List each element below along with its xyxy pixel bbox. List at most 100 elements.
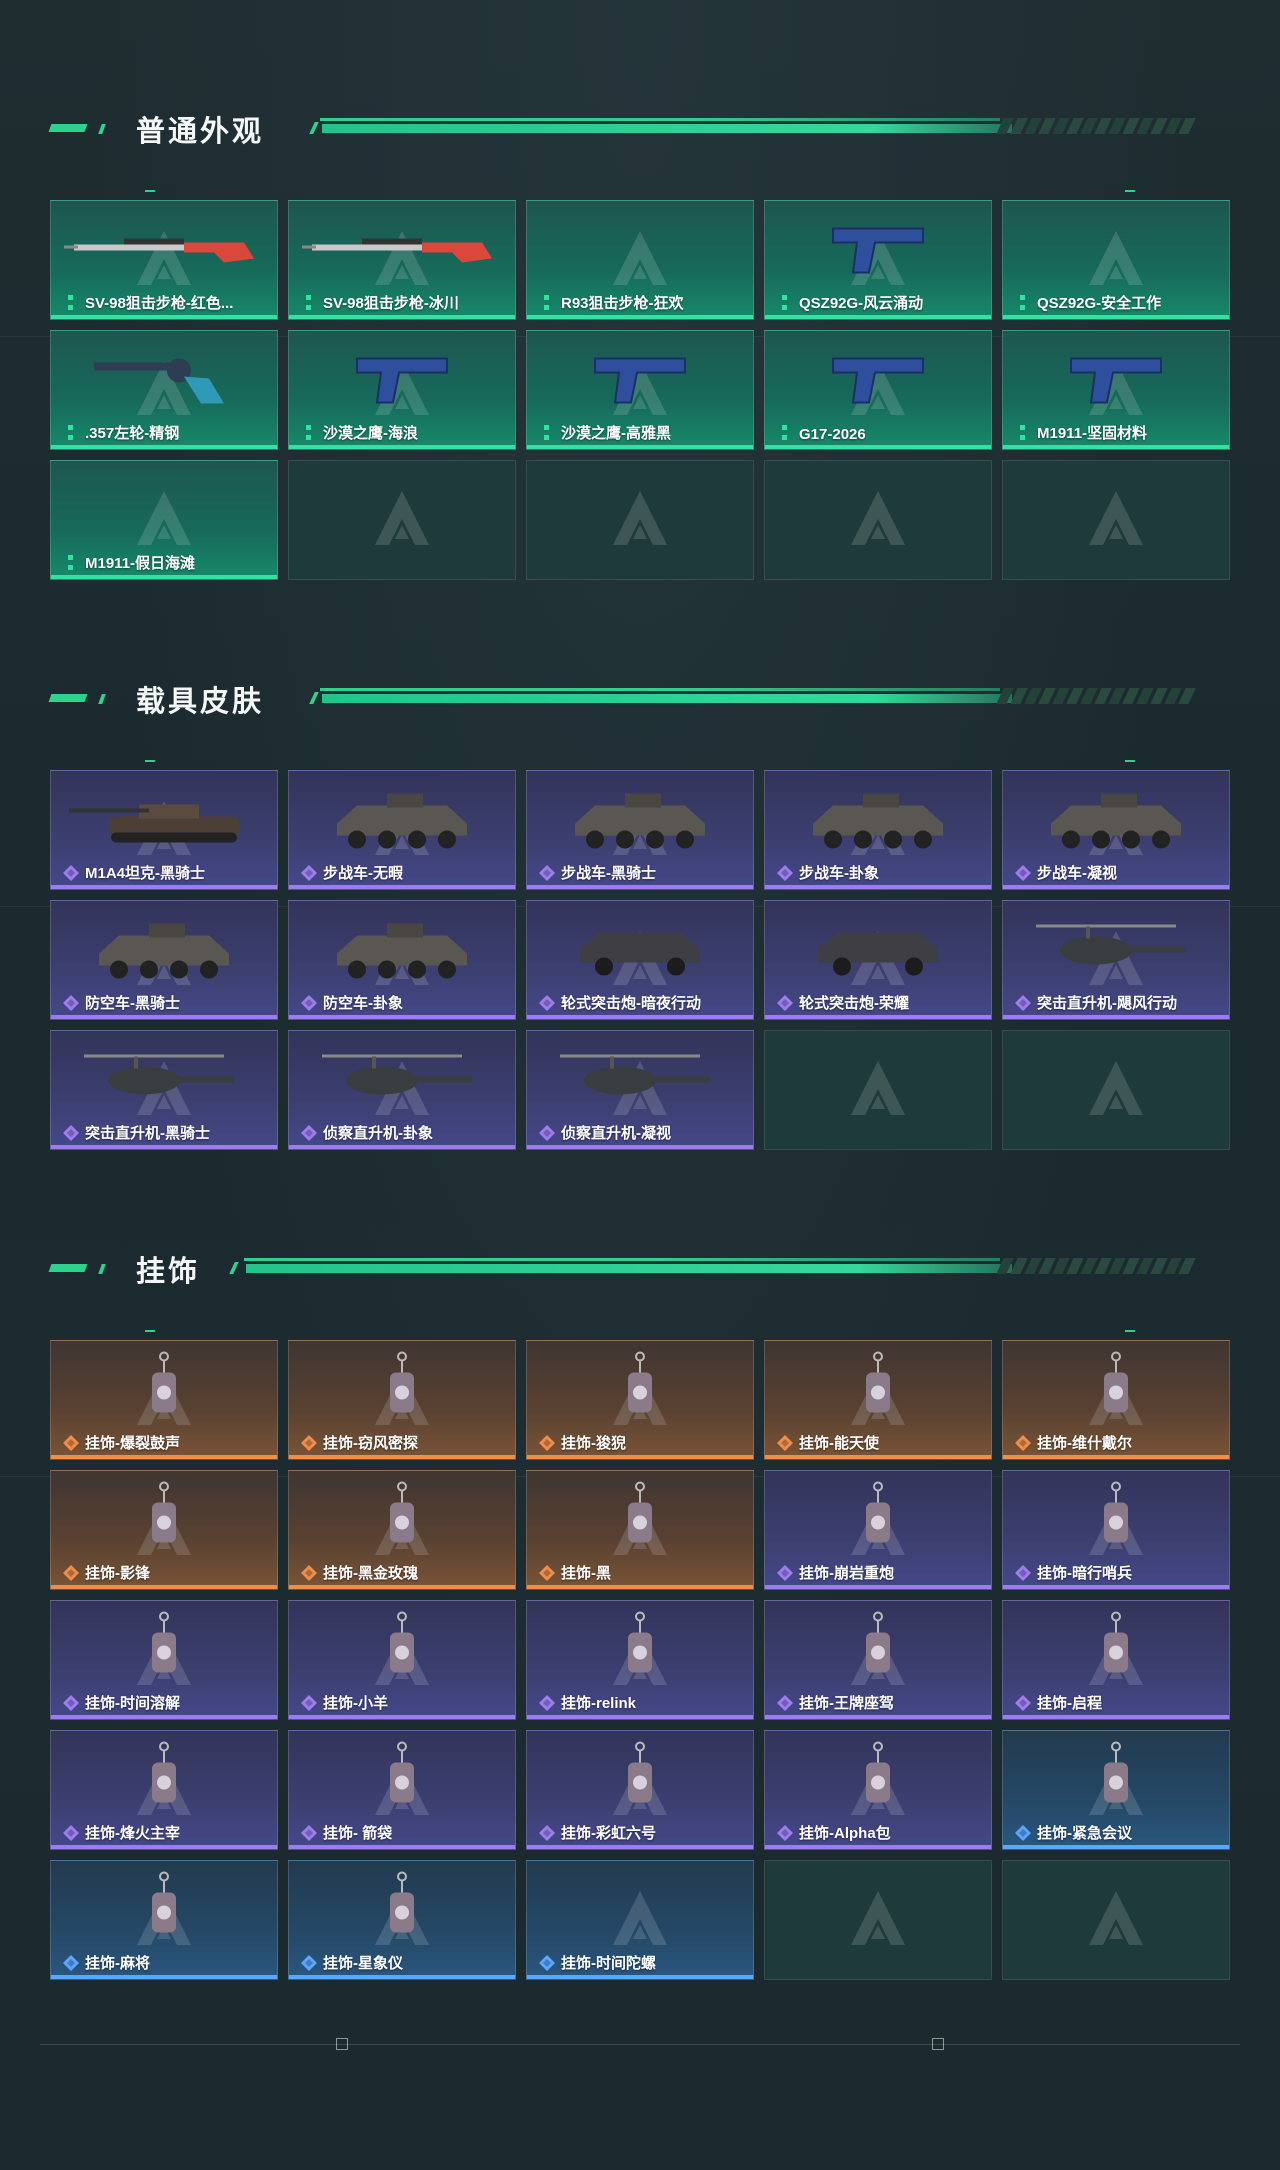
item-card[interactable]: 挂饰-时间陀螺 xyxy=(526,1860,754,1980)
header-decoration xyxy=(320,118,1000,121)
item-card[interactable]: 沙漠之鹰-高雅黑 xyxy=(526,330,754,450)
item-label: 突击直升机-黑骑士 xyxy=(85,1125,210,1142)
header-decoration xyxy=(322,124,1012,133)
rarity-strip xyxy=(527,1145,753,1149)
empty-slot xyxy=(1002,460,1230,580)
rarity-strip xyxy=(51,885,277,889)
header-ticks xyxy=(0,740,1280,762)
item-card[interactable]: 挂饰-小羊 xyxy=(288,1600,516,1720)
rarity-strip xyxy=(527,1715,753,1719)
rarity-strip xyxy=(527,1975,753,1979)
item-card[interactable]: 挂饰-暗行哨兵 xyxy=(1002,1470,1230,1590)
item-card[interactable]: 步战车-黑骑士 xyxy=(526,770,754,890)
section-title: 挂饰 xyxy=(136,1254,201,1288)
item-card[interactable]: 挂饰-时间溶解 xyxy=(50,1600,278,1720)
header-decoration xyxy=(322,694,1012,703)
item-card[interactable]: 挂饰-影锋 xyxy=(50,1470,278,1590)
item-card[interactable]: 挂饰-黑 xyxy=(526,1470,754,1590)
item-card[interactable]: 挂饰-紧急会议 xyxy=(1002,1730,1230,1850)
item-label: 防空车-卦象 xyxy=(323,995,403,1012)
rarity-strip xyxy=(51,1455,277,1459)
pistol-icon xyxy=(823,218,933,283)
rarity-icon xyxy=(63,1695,79,1711)
item-card[interactable]: M1911-坚固材料 xyxy=(1002,330,1230,450)
charm-icon xyxy=(1096,1480,1136,1561)
section-title: 普通外观 xyxy=(136,114,265,148)
rarity-strip xyxy=(765,1585,991,1589)
section-header: 普通外观 xyxy=(0,100,1280,160)
item-card[interactable]: 步战车-卦象 xyxy=(764,770,992,890)
rarity-icon xyxy=(1015,425,1031,441)
rarity-strip xyxy=(527,445,753,449)
item-card[interactable]: M1A4坦克-黑骑士 xyxy=(50,770,278,890)
armored-car-icon xyxy=(570,918,710,983)
item-card[interactable]: 挂饰-维什戴尔 xyxy=(1002,1340,1230,1460)
item-card[interactable]: M1911-假日海滩 xyxy=(50,460,278,580)
rarity-icon xyxy=(63,295,79,311)
item-card[interactable]: 防空车-卦象 xyxy=(288,900,516,1020)
item-label: 挂饰-时间陀螺 xyxy=(561,1955,656,1972)
rarity-strip xyxy=(289,1975,515,1979)
item-card[interactable]: 侦察直升机-卦象 xyxy=(288,1030,516,1150)
header-decoration xyxy=(48,694,88,702)
item-card[interactable]: G17-2026 xyxy=(764,330,992,450)
item-card[interactable]: 步战车-凝视 xyxy=(1002,770,1230,890)
rarity-icon xyxy=(301,1435,317,1451)
item-card[interactable]: 挂饰-星象仪 xyxy=(288,1860,516,1980)
tank-icon xyxy=(69,788,259,853)
item-label: 轮式突击炮-荣耀 xyxy=(799,995,909,1012)
header-decoration xyxy=(246,1264,1012,1273)
item-card[interactable]: QSZ92G-安全工作 xyxy=(1002,200,1230,320)
item-card[interactable]: 轮式突击炮-荣耀 xyxy=(764,900,992,1020)
item-card[interactable]: 步战车-无暇 xyxy=(288,770,516,890)
item-card[interactable]: 挂饰-爆裂鼓声 xyxy=(50,1340,278,1460)
item-card[interactable]: 挂饰-彩虹六号 xyxy=(526,1730,754,1850)
rarity-strip xyxy=(51,1585,277,1589)
rarity-icon xyxy=(63,1435,79,1451)
item-label: 侦察直升机-卦象 xyxy=(323,1125,433,1142)
rarity-strip xyxy=(765,445,991,449)
rarity-strip xyxy=(527,1455,753,1459)
item-card[interactable]: 挂饰-Alpha包 xyxy=(764,1730,992,1850)
charm-icon xyxy=(858,1480,898,1561)
item-card[interactable]: 挂饰-烽火主宰 xyxy=(50,1730,278,1850)
rarity-strip xyxy=(289,1145,515,1149)
header-checker-decoration xyxy=(996,118,1200,134)
item-label: 突击直升机-飓风行动 xyxy=(1037,995,1177,1012)
sniper-rifle-icon xyxy=(302,228,502,273)
item-card[interactable]: 挂饰-麻将 xyxy=(50,1860,278,1980)
item-card[interactable]: 挂饰-relink xyxy=(526,1600,754,1720)
item-card[interactable]: SV-98狙击步枪-冰川 xyxy=(288,200,516,320)
item-card[interactable]: 挂饰-王牌座驾 xyxy=(764,1600,992,1720)
item-label: M1911-假日海滩 xyxy=(85,555,196,572)
item-card[interactable]: 防空车-黑骑士 xyxy=(50,900,278,1020)
item-card[interactable]: 挂饰-窃风密探 xyxy=(288,1340,516,1460)
item-card[interactable]: .357左轮-精钢 xyxy=(50,330,278,450)
item-label: 挂饰-麻将 xyxy=(85,1955,150,1972)
item-card[interactable]: 挂饰-黑金玫瑰 xyxy=(288,1470,516,1590)
item-card[interactable]: 挂饰-崩岩重炮 xyxy=(764,1470,992,1590)
item-card[interactable]: 突击直升机-黑骑士 xyxy=(50,1030,278,1150)
item-card[interactable]: R93狙击步枪-狂欢 xyxy=(526,200,754,320)
item-card[interactable]: 挂饰-能天使 xyxy=(764,1340,992,1460)
rarity-strip xyxy=(51,575,277,579)
rarity-strip xyxy=(289,1455,515,1459)
rarity-icon xyxy=(777,1565,793,1581)
item-card[interactable]: SV-98狙击步枪-红色... xyxy=(50,200,278,320)
item-card[interactable]: 挂饰-狻猊 xyxy=(526,1340,754,1460)
header-decoration xyxy=(309,122,319,134)
rarity-icon xyxy=(63,1955,79,1971)
empty-slot xyxy=(1002,1860,1230,1980)
item-card[interactable]: 突击直升机-飓风行动 xyxy=(1002,900,1230,1020)
charm-icon xyxy=(1096,1610,1136,1691)
item-card[interactable]: QSZ92G-风云涌动 xyxy=(764,200,992,320)
item-card[interactable]: 挂饰-启程 xyxy=(1002,1600,1230,1720)
item-card[interactable]: 轮式突击炮-暗夜行动 xyxy=(526,900,754,1020)
rarity-strip xyxy=(1003,1015,1229,1019)
item-card[interactable]: 侦察直升机-凝视 xyxy=(526,1030,754,1150)
item-label: 挂饰-星象仪 xyxy=(323,1955,403,1972)
empty-slot xyxy=(764,460,992,580)
charm-icon xyxy=(144,1610,184,1691)
item-card[interactable]: 挂饰- 箭袋 xyxy=(288,1730,516,1850)
item-card[interactable]: 沙漠之鹰-海浪 xyxy=(288,330,516,450)
